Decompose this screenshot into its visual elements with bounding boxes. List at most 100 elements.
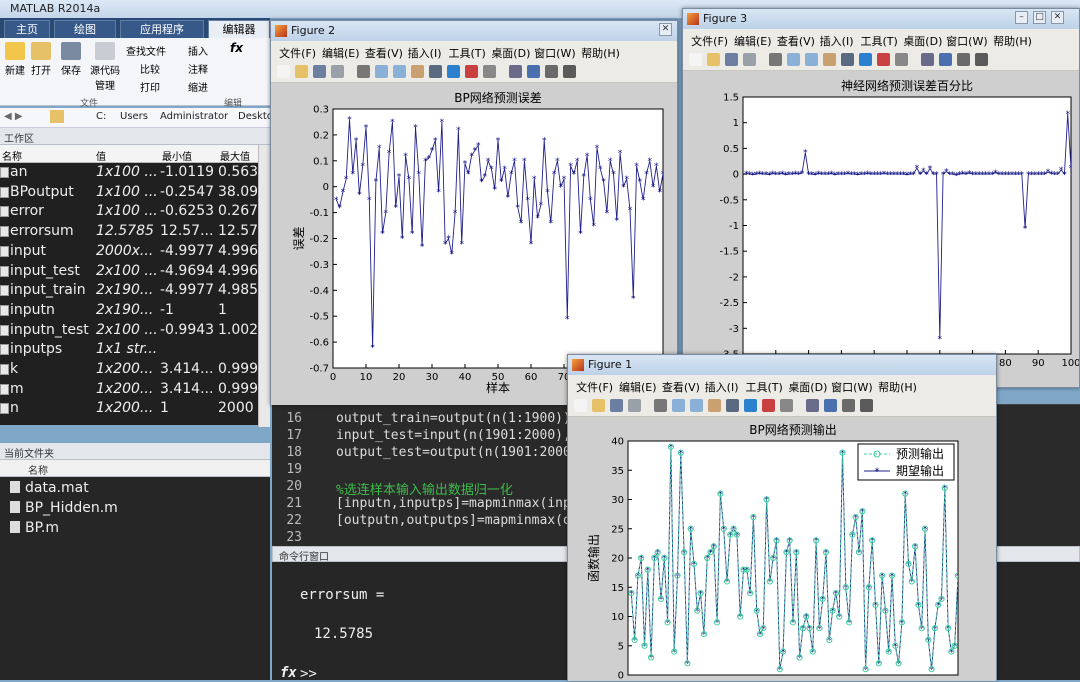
code-text[interactable]: output_train=output(n(1:1900)); (336, 411, 579, 426)
col-min[interactable]: 最小值 (162, 148, 192, 163)
save-icon[interactable] (610, 399, 623, 412)
menu-item[interactable]: 插入(I) (820, 33, 854, 49)
open-icon[interactable] (592, 399, 605, 412)
menu-item[interactable]: 工具(T) (860, 33, 897, 49)
menu-item[interactable]: 查看(V) (777, 33, 815, 49)
code-text[interactable]: output_test=output(n(1901:2000) (336, 445, 579, 460)
menu-item[interactable]: 帮助(H) (878, 379, 917, 395)
hide-tools-icon[interactable] (957, 53, 970, 66)
print-icon[interactable] (331, 65, 344, 78)
save-icon[interactable] (313, 65, 326, 78)
code-text[interactable]: input_test=input(n(1901:2000), (336, 428, 571, 443)
colorbar-icon[interactable] (509, 65, 522, 78)
brush-icon[interactable] (877, 53, 890, 66)
data-cursor-icon[interactable] (859, 53, 872, 66)
maximize-icon[interactable]: □ (1033, 11, 1046, 24)
legend-icon[interactable] (939, 53, 952, 66)
print-icon[interactable] (628, 399, 641, 412)
pan-icon[interactable] (411, 65, 424, 78)
workspace-row[interactable]: an 1x100 ...-1.01190.563... (0, 163, 258, 183)
zoom-in-icon[interactable] (787, 53, 800, 66)
files-col-name[interactable]: 名称 (4, 466, 48, 477)
hide-tools-icon[interactable] (545, 65, 558, 78)
workspace-row[interactable]: inputps 1x1 str... (0, 340, 258, 360)
source-control-button[interactable]: 源代码管理 (88, 42, 122, 92)
menu-item[interactable]: 窗口(W) (534, 45, 575, 61)
workspace-row[interactable]: k 1x200... 3.414...0.9999 (0, 360, 258, 380)
save-button[interactable]: 保存 (56, 42, 86, 77)
figure-3-window[interactable]: Figure 3 – □ ✕ 文件(F) 编辑(E) 查看(V) 插入(I) 工具(T)… (682, 8, 1080, 388)
rotate-icon[interactable] (429, 65, 442, 78)
back-arrow-icon[interactable]: ◀ ▶ (4, 111, 23, 122)
zoom-out-icon[interactable] (690, 399, 703, 412)
menu-item[interactable]: 桌面(D) (491, 45, 530, 61)
path-part[interactable]: Users (120, 111, 148, 122)
open-icon[interactable] (707, 53, 720, 66)
tab-plots[interactable]: 绘图 (54, 20, 116, 38)
menu-item[interactable]: 工具(T) (745, 379, 782, 395)
menu-item[interactable]: 桌面(D) (788, 379, 827, 395)
menu-item[interactable]: 窗口(W) (946, 33, 987, 49)
menu-item[interactable]: 编辑(E) (734, 33, 772, 49)
file-item[interactable]: data.mat (10, 480, 89, 496)
workspace-row[interactable]: inputn 2x190... -1 1 (0, 301, 258, 321)
legend-icon[interactable] (824, 399, 837, 412)
path-part[interactable]: Desktop (238, 111, 270, 122)
print-button[interactable]: 打印 (140, 79, 160, 94)
tab-apps[interactable]: 应用程序 (120, 20, 204, 38)
open-button[interactable]: 打开 (26, 42, 56, 77)
save-icon[interactable] (725, 53, 738, 66)
tab-editor[interactable]: 编辑器 (208, 20, 270, 38)
rotate-icon[interactable] (726, 399, 739, 412)
zoom-in-icon[interactable] (672, 399, 685, 412)
menu-item[interactable]: 窗口(W) (831, 379, 872, 395)
new-figure-icon[interactable] (277, 65, 290, 78)
address-bar[interactable]: ◀ ▶ C: Users Administrator Desktop (0, 108, 270, 128)
close-icon[interactable]: ✕ (659, 23, 672, 36)
code-text[interactable]: [outputn,outputps]=mapminmax(ou (336, 513, 579, 528)
pan-icon[interactable] (708, 399, 721, 412)
compare-button[interactable]: 比较 (140, 61, 160, 76)
path-part[interactable]: Administrator (160, 111, 228, 122)
menu-item[interactable]: 插入(I) (408, 45, 442, 61)
workspace-row[interactable]: m 1x200... 3.414...0.9999 (0, 380, 258, 400)
show-tools-icon[interactable] (975, 53, 988, 66)
workspace-row[interactable]: input_train 2x190... -4.99774.985... (0, 281, 258, 301)
menu-item[interactable]: 查看(V) (365, 45, 403, 61)
link-icon[interactable] (483, 65, 496, 78)
zoom-out-icon[interactable] (393, 65, 406, 78)
pointer-icon[interactable] (357, 65, 370, 78)
zoom-in-icon[interactable] (375, 65, 388, 78)
figure-2-titlebar[interactable]: Figure 2 (271, 21, 677, 41)
close-icon[interactable]: ✕ (1051, 11, 1064, 24)
pointer-icon[interactable] (769, 53, 782, 66)
menu-item[interactable]: 文件(F) (576, 379, 613, 395)
find-files-button[interactable]: 查找文件 (126, 43, 166, 58)
open-icon[interactable] (295, 65, 308, 78)
menu-item[interactable]: 查看(V) (662, 379, 700, 395)
menu-item[interactable]: 帮助(H) (581, 45, 620, 61)
workspace-scrollbar[interactable] (258, 145, 270, 427)
figure-2-window[interactable]: Figure 2 ✕ 文件(F) 编辑(E) 查看(V) 插入(I) 工具(T) 桌面(D… (270, 20, 678, 405)
col-max[interactable]: 最大值 (220, 148, 250, 163)
new-figure-icon[interactable] (574, 399, 587, 412)
legend-icon[interactable] (527, 65, 540, 78)
fx-icon[interactable]: fx (230, 41, 243, 55)
brush-icon[interactable] (762, 399, 775, 412)
workspace-row[interactable]: input 2000x... -4.99774.996... (0, 242, 258, 262)
menu-item[interactable]: 桌面(D) (903, 33, 942, 49)
menu-item[interactable]: 编辑(E) (322, 45, 360, 61)
fx-icon[interactable]: fx (280, 665, 297, 681)
workspace-row[interactable]: errorsum 12.5785 12.57...12.57... (0, 222, 258, 242)
indent-button[interactable]: 缩进 (188, 79, 208, 94)
legend[interactable]: 预测输出 * 期望输出 (857, 443, 955, 481)
print-icon[interactable] (743, 53, 756, 66)
file-item[interactable]: BP.m (10, 520, 59, 536)
workspace-row[interactable]: inputn_test 2x100 ...-0.99431.002... (0, 321, 258, 341)
hide-tools-icon[interactable] (842, 399, 855, 412)
col-value[interactable]: 值 (96, 148, 106, 163)
show-tools-icon[interactable] (563, 65, 576, 78)
figure-1-titlebar[interactable]: Figure 1 (568, 355, 996, 375)
menu-item[interactable]: 帮助(H) (993, 33, 1032, 49)
data-cursor-icon[interactable] (447, 65, 460, 78)
